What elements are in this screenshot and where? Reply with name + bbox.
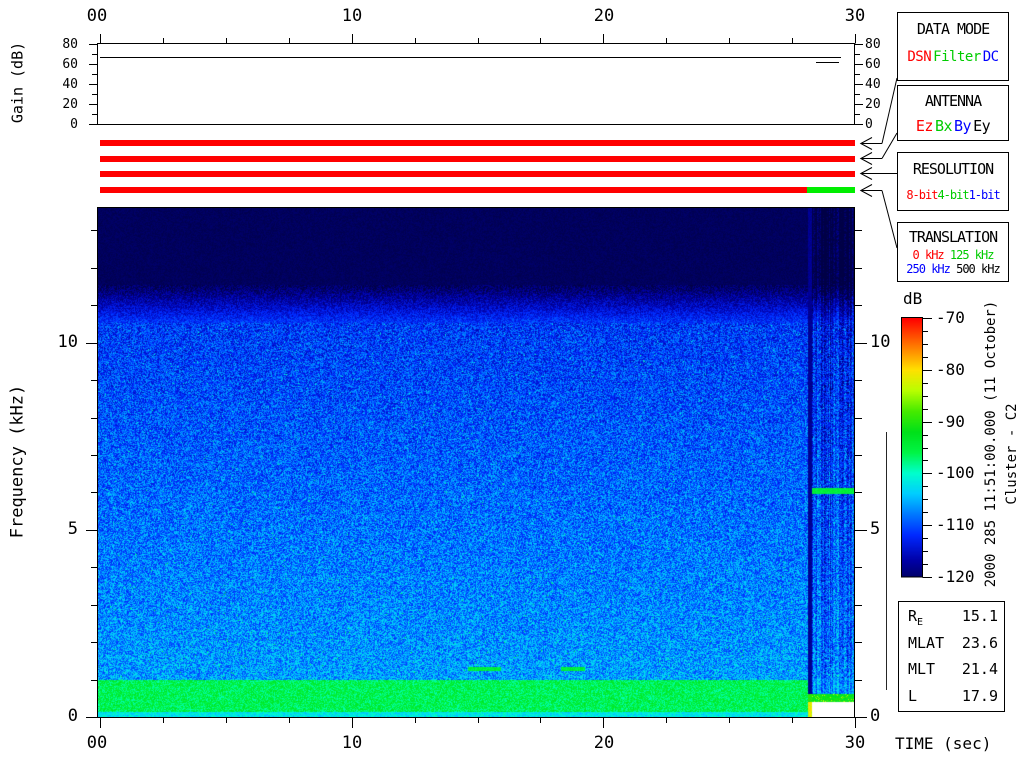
antenna-bx: Bx [934, 117, 953, 135]
translation-0khz: 0 kHz [912, 248, 945, 262]
antenna-ez: Ez [915, 117, 934, 135]
gain-top-tick-2: 20 [593, 6, 615, 26]
gain-ytick-r-0: 0 [865, 117, 873, 132]
antenna-box: ANTENNA Ez Bx By Ey [897, 85, 1009, 141]
time-xtick-20: 20 [593, 733, 615, 753]
resolution-8bit: 8-bit [906, 188, 938, 202]
gain-axis-title: Gain (dB) [8, 41, 27, 124]
arrow-resolution [859, 167, 882, 180]
arrow-translation [859, 184, 882, 197]
gain-ytick-r-40: 40 [865, 77, 881, 92]
resolution-4bit: 4-bit [937, 188, 969, 202]
colorbar-frame [901, 317, 923, 578]
spacecraft-label: Cluster - C2 [1004, 403, 1020, 505]
gain-ytick-40: 40 [62, 77, 78, 92]
freq-ytick-r-5: 5 [870, 519, 881, 539]
gain-ytick-r-60: 60 [865, 57, 881, 72]
resolution-1bit: 1-bit [968, 188, 1001, 202]
gain-ytick-60: 60 [62, 57, 78, 72]
status-bar-segment [100, 155, 855, 162]
freq-ytick-10: 10 [57, 332, 78, 352]
translation-box: TRANSLATION 0 kHz 125 kHz 250 kHz 500 kH… [897, 222, 1009, 282]
gain-panel-frame [97, 43, 855, 125]
resolution-box: RESOLUTION 8-bit4-bit1-bit [897, 152, 1009, 211]
info-value-mlat: 23.6 [961, 634, 998, 652]
translation-250khz: 250 kHz [906, 262, 951, 276]
status-bar-segment [807, 187, 855, 193]
arrow-data-mode [859, 137, 882, 150]
time-xtick-10: 10 [341, 733, 363, 753]
plot-line-art [86, 34, 932, 728]
status-bar-segment [100, 140, 855, 146]
info-row-re: RE 15.1 [908, 609, 998, 628]
info-value-l: 17.9 [961, 687, 998, 705]
info-label-mlat: MLAT [908, 634, 945, 652]
antenna-values: Ez Bx By Ey [898, 117, 1008, 135]
data-mode-box: DATA MODE DSN Filter DC [897, 12, 1009, 81]
cbar-tick-110: -110 [936, 515, 975, 534]
gain-top-tick-0: 00 [86, 6, 108, 26]
freq-ytick-5: 5 [67, 519, 78, 539]
gain-ytick-0: 0 [70, 117, 78, 132]
info-row-mlt: MLT 21.4 [908, 662, 998, 677]
freq-ytick-r-0: 0 [870, 706, 881, 726]
info-label-l: L [908, 687, 918, 705]
resolution-title: RESOLUTION [912, 160, 994, 178]
time-xtick-30: 30 [844, 733, 866, 753]
info-label-re: RE [908, 607, 924, 628]
info-value-re: 15.1 [961, 607, 998, 625]
info-row-l: L 17.9 [908, 689, 998, 704]
gain-ytick-80: 80 [62, 37, 78, 52]
gain-ytick-20: 20 [62, 97, 78, 112]
info-value-mlt: 21.4 [961, 660, 998, 678]
gain-top-tick-1: 10 [341, 6, 363, 26]
info-row-mlat: MLAT 23.6 [908, 636, 998, 651]
time-axis-title: TIME (sec) [895, 734, 992, 753]
spectrogram-frame [97, 207, 855, 718]
translation-125khz: 125 kHz [949, 248, 995, 262]
cbar-tick-90: -90 [936, 412, 965, 431]
antenna-by: By [954, 117, 972, 135]
axis-ticks [86, 34, 932, 728]
cbar-tick-70: -70 [936, 308, 965, 327]
cbar-tick-120: -120 [936, 567, 975, 586]
info-label-mlt: MLT [908, 660, 936, 678]
time-xtick-00: 00 [86, 733, 108, 753]
status-bar-segment [100, 187, 808, 193]
data-mode-title: DATA MODE [916, 20, 990, 38]
translation-500khz: 500 kHz [956, 262, 1001, 276]
data-mode-filter: Filter [933, 49, 981, 65]
gain-ytick-r-20: 20 [865, 97, 881, 112]
pointer-arrows [859, 137, 882, 197]
cbar-tick-80: -80 [936, 360, 965, 379]
status-bar-segment [100, 171, 855, 177]
gain-top-tick-3: 30 [844, 6, 866, 26]
arrow-connectors [881, 77, 898, 249]
antenna-title: ANTENNA [924, 92, 982, 110]
wbd-spectrogram-page: Gain (dB) 00 10 20 30 80 60 40 20 0 80 6… [0, 0, 1024, 768]
translation-row-1: 0 kHz 125 kHz [898, 248, 1008, 262]
freq-ytick-r-10: 10 [870, 332, 891, 352]
cbar-tick-100: -100 [936, 463, 975, 482]
start-time-label: 2000 285 11:51:00.000 (11 October) [983, 300, 999, 588]
colorbar-title: dB [903, 289, 923, 308]
translation-row-2: 250 kHz 500 kHz [898, 262, 1008, 276]
freq-ytick-0: 0 [67, 706, 78, 726]
resolution-values: 8-bit4-bit1-bit [898, 188, 1008, 202]
gain-ytick-r-80: 80 [865, 37, 881, 52]
data-mode-dc: DC [982, 49, 999, 65]
antenna-ey: Ey [973, 117, 991, 135]
arrow-antenna [859, 152, 882, 165]
data-mode-values: DSN Filter DC [898, 49, 1008, 65]
data-mode-dsn: DSN [907, 49, 932, 65]
translation-title: TRANSLATION [908, 228, 998, 246]
